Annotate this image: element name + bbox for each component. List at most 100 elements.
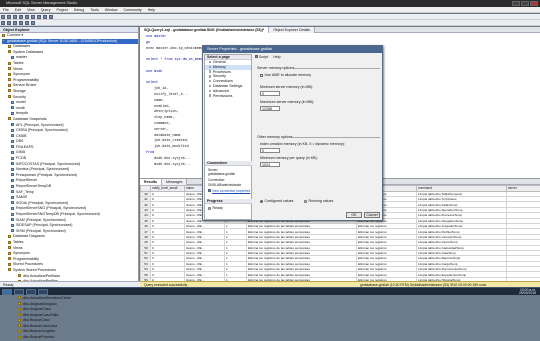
- menu-item-help[interactable]: Help: [145, 7, 158, 13]
- save-all-icon[interactable]: [19, 15, 23, 19]
- dialog-title: Server Properties - gndatabase.gndlab: [203, 46, 382, 53]
- paste-icon[interactable]: [37, 15, 41, 19]
- database-icon: [11, 179, 14, 182]
- server-properties-dialog: Server Properties - gndatabase.gndlab Se…: [202, 45, 383, 221]
- object-explorer: Object Explorer Connect ▾gndatabase.gndl…: [0, 27, 139, 286]
- stored-procedure-icon: [18, 308, 21, 311]
- menu-item-community[interactable]: Community: [121, 7, 145, 13]
- taskbar-explorer-icon[interactable]: [14, 289, 24, 295]
- results-tab-messages[interactable]: Messages: [162, 179, 187, 185]
- start-button[interactable]: [2, 289, 12, 295]
- tree-node-label: SIAM (Principal, Synchronized): [16, 218, 66, 222]
- redo-icon[interactable]: [49, 15, 53, 19]
- database-icon: [11, 196, 14, 199]
- database-icon: [11, 56, 14, 59]
- database-icon: [11, 101, 14, 104]
- tree-node-label: dbo.AsignarCaso: [23, 307, 51, 311]
- minimize-button[interactable]: [512, 1, 520, 6]
- script-button[interactable]: Script: [259, 55, 268, 59]
- tree-node-label: gndatabase.gndlab (SQL Server 10.50.1600…: [7, 39, 117, 43]
- index-memory-label: Index creation memory (in KB, 0 = dynami…: [260, 142, 345, 146]
- tree-node-label: model: [16, 100, 26, 104]
- maximize-button[interactable]: [521, 1, 529, 6]
- open-file-icon[interactable]: [7, 15, 11, 19]
- new-query-icon[interactable]: [1, 15, 5, 19]
- stored-procedure-icon: [18, 319, 21, 322]
- ok-button[interactable]: OK: [346, 212, 362, 218]
- menu-item-tools[interactable]: Tools: [87, 7, 101, 13]
- results-to-grid-icon[interactable]: [25, 21, 29, 25]
- database-dropdown-icon[interactable]: [1, 21, 5, 25]
- tree-node-label: SAMIS: [16, 195, 27, 199]
- save-icon[interactable]: [13, 15, 17, 19]
- editor-tab[interactable]: SQLQuery1.sql - gndatabase.gndlab.SNG (G…: [140, 27, 269, 33]
- use-awe-checkbox[interactable]: [260, 74, 263, 77]
- database-icon: [11, 140, 14, 143]
- tree-node[interactable]: dbo.BuscarProceso: [2, 335, 138, 341]
- database-icon: [11, 112, 14, 115]
- server-memory-options-label: Server memory options: [257, 66, 294, 70]
- min-memory-label: Minimum server memory (in MB):: [260, 85, 313, 89]
- help-button[interactable]: Help: [273, 55, 280, 59]
- menu-item-file[interactable]: File: [0, 7, 12, 13]
- menu-item-debug[interactable]: Debug: [71, 7, 88, 13]
- tree-node-label: SGDAI (Principal, Synchronized): [16, 201, 68, 205]
- menu-item-edit[interactable]: Edit: [12, 7, 24, 13]
- menu-bar: FileEditViewQueryProjectDebugToolsWindow…: [0, 7, 540, 13]
- running-values-radio[interactable]: [304, 200, 307, 203]
- folder-icon: [8, 263, 11, 266]
- menu-item-query[interactable]: Query: [38, 7, 54, 13]
- query-memory-input[interactable]: 1024: [260, 162, 280, 167]
- tree-node-label: Programmability: [13, 257, 39, 261]
- tree-node-label: dbo.AsignarAbogado: [23, 302, 57, 306]
- page-permissions[interactable]: Permissions: [205, 94, 251, 99]
- page-label: Security: [213, 74, 226, 78]
- connection-icon: [208, 189, 211, 192]
- stored-procedure-icon: [18, 324, 21, 327]
- view-connection-properties-link[interactable]: View connection properties: [212, 189, 250, 193]
- menu-item-project[interactable]: Project: [54, 7, 71, 13]
- taskbar-ssms-icon[interactable]: [38, 289, 48, 295]
- results-tab-results[interactable]: Results: [140, 179, 162, 185]
- taskbar-powershell-icon[interactable]: [26, 289, 36, 295]
- database-icon: [11, 229, 14, 232]
- editor-tab[interactable]: Object Explorer Details: [269, 27, 315, 33]
- tree-node-label: Security: [13, 95, 26, 99]
- close-button[interactable]: [530, 1, 538, 6]
- copy-icon[interactable]: [31, 15, 35, 19]
- progress-header: Progress: [205, 199, 252, 204]
- index-memory-input[interactable]: 0: [260, 148, 280, 153]
- tree-node-label: Database Diagrams: [13, 234, 45, 238]
- comment-icon[interactable]: [31, 21, 35, 25]
- database-icon: [2, 34, 5, 37]
- max-memory-input[interactable]: 12288: [260, 106, 280, 111]
- database-icon: [11, 207, 14, 210]
- tree-node-label: CMDB: [16, 134, 27, 138]
- parse-icon[interactable]: [19, 21, 23, 25]
- database-icon: [11, 123, 14, 126]
- tree-node-label: System Databases: [13, 50, 43, 54]
- debug-icon[interactable]: [13, 21, 17, 25]
- title-bar: Microsoft SQL Server Management Studio: [0, 0, 540, 7]
- dialog-page-list: Select a page GeneralMemoryProcessorsSec…: [204, 54, 252, 220]
- cut-icon[interactable]: [25, 15, 29, 19]
- tree-node-label: Nomina (Principal, Synchronized): [16, 167, 69, 171]
- menu-item-window[interactable]: Window: [102, 7, 121, 13]
- configured-values-radio[interactable]: [260, 200, 263, 203]
- script-icon[interactable]: [255, 55, 258, 58]
- page-icon: [209, 94, 211, 96]
- tree-node-label: CEIRA (Principal, Synchronized): [16, 128, 68, 132]
- cancel-button[interactable]: Cancel: [364, 212, 380, 218]
- folder-icon: [8, 268, 11, 271]
- execute-icon[interactable]: [7, 21, 11, 25]
- tree-node-label: Service Broker: [13, 83, 37, 87]
- min-memory-input[interactable]: 0: [260, 91, 280, 96]
- menu-item-view[interactable]: View: [24, 7, 38, 13]
- page-label: Advanced: [213, 89, 229, 93]
- undo-icon[interactable]: [43, 15, 47, 19]
- page-icon: [209, 66, 211, 68]
- connection-header: Connection: [205, 161, 252, 166]
- tree-node-label: dbo.BuscarProceso: [23, 335, 54, 339]
- progress-icon: [208, 207, 211, 210]
- folder-icon: [8, 45, 11, 48]
